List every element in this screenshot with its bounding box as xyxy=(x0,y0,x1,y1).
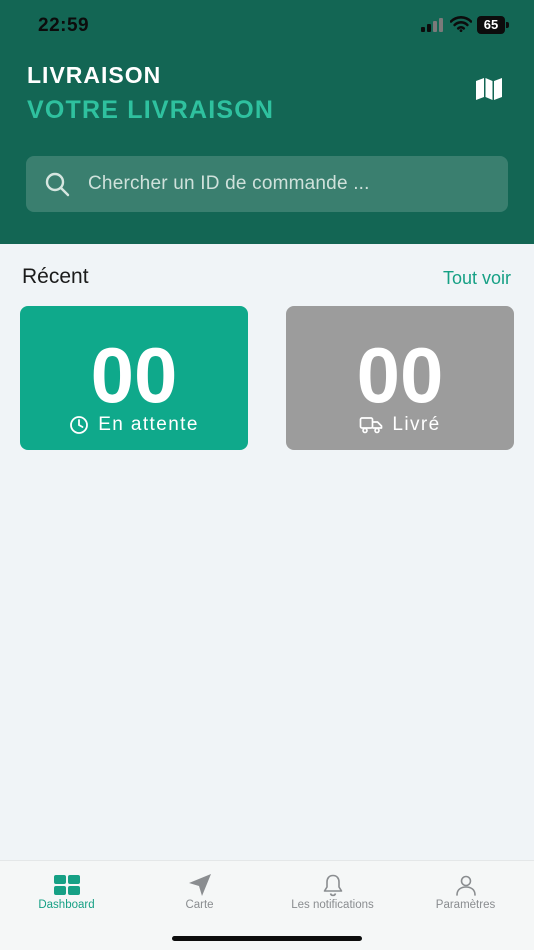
pending-label: En attente xyxy=(98,414,199,435)
dashboard-icon xyxy=(53,872,81,898)
tab-notifications-label: Les notifications xyxy=(291,899,374,911)
tab-notifications[interactable]: Les notifications xyxy=(266,861,399,925)
battery-icon: 65 xyxy=(477,16,509,34)
see-all-link[interactable]: Tout voir xyxy=(443,268,511,289)
user-icon xyxy=(452,872,480,898)
status-bar: 22:59 65 xyxy=(0,0,534,50)
pending-count: 00 xyxy=(90,331,178,419)
search-bar[interactable] xyxy=(26,156,508,212)
search-icon xyxy=(45,172,70,197)
tab-map-label: Carte xyxy=(185,899,214,911)
status-time: 22:59 xyxy=(38,15,90,36)
tab-dashboard-label: Dashboard xyxy=(38,899,95,911)
pending-label-row: En attente xyxy=(20,414,248,436)
delivered-label-row: Livré xyxy=(286,414,514,436)
home-indicator xyxy=(172,936,362,941)
app-header: 22:59 65 LIVRAISON VOTRE LIVRAISON xyxy=(0,0,534,244)
tab-map[interactable]: Carte xyxy=(133,861,266,925)
tab-settings[interactable]: Paramètres xyxy=(399,861,532,925)
page-title: LIVRAISON xyxy=(27,62,162,88)
tab-settings-label: Paramètres xyxy=(435,899,496,911)
clock-icon xyxy=(70,416,89,434)
wifi-icon xyxy=(450,16,472,32)
delivered-count: 00 xyxy=(356,331,444,419)
delivered-orders-card[interactable]: 00 Livré xyxy=(286,306,514,450)
map-icon xyxy=(476,78,502,100)
recent-section-title: Récent xyxy=(22,265,89,288)
page-subtitle: VOTRE LIVRAISON xyxy=(27,96,275,124)
bell-icon xyxy=(319,872,347,898)
search-input[interactable] xyxy=(88,156,508,212)
delivered-label: Livré xyxy=(392,414,441,435)
signal-icon xyxy=(421,18,445,32)
pending-orders-card[interactable]: 00 En attente xyxy=(20,306,248,450)
truck-icon xyxy=(360,417,383,434)
map-button[interactable] xyxy=(472,74,506,104)
battery-level: 65 xyxy=(477,16,505,34)
navigation-arrow-icon xyxy=(186,872,214,898)
tab-dashboard[interactable]: Dashboard xyxy=(0,861,133,925)
